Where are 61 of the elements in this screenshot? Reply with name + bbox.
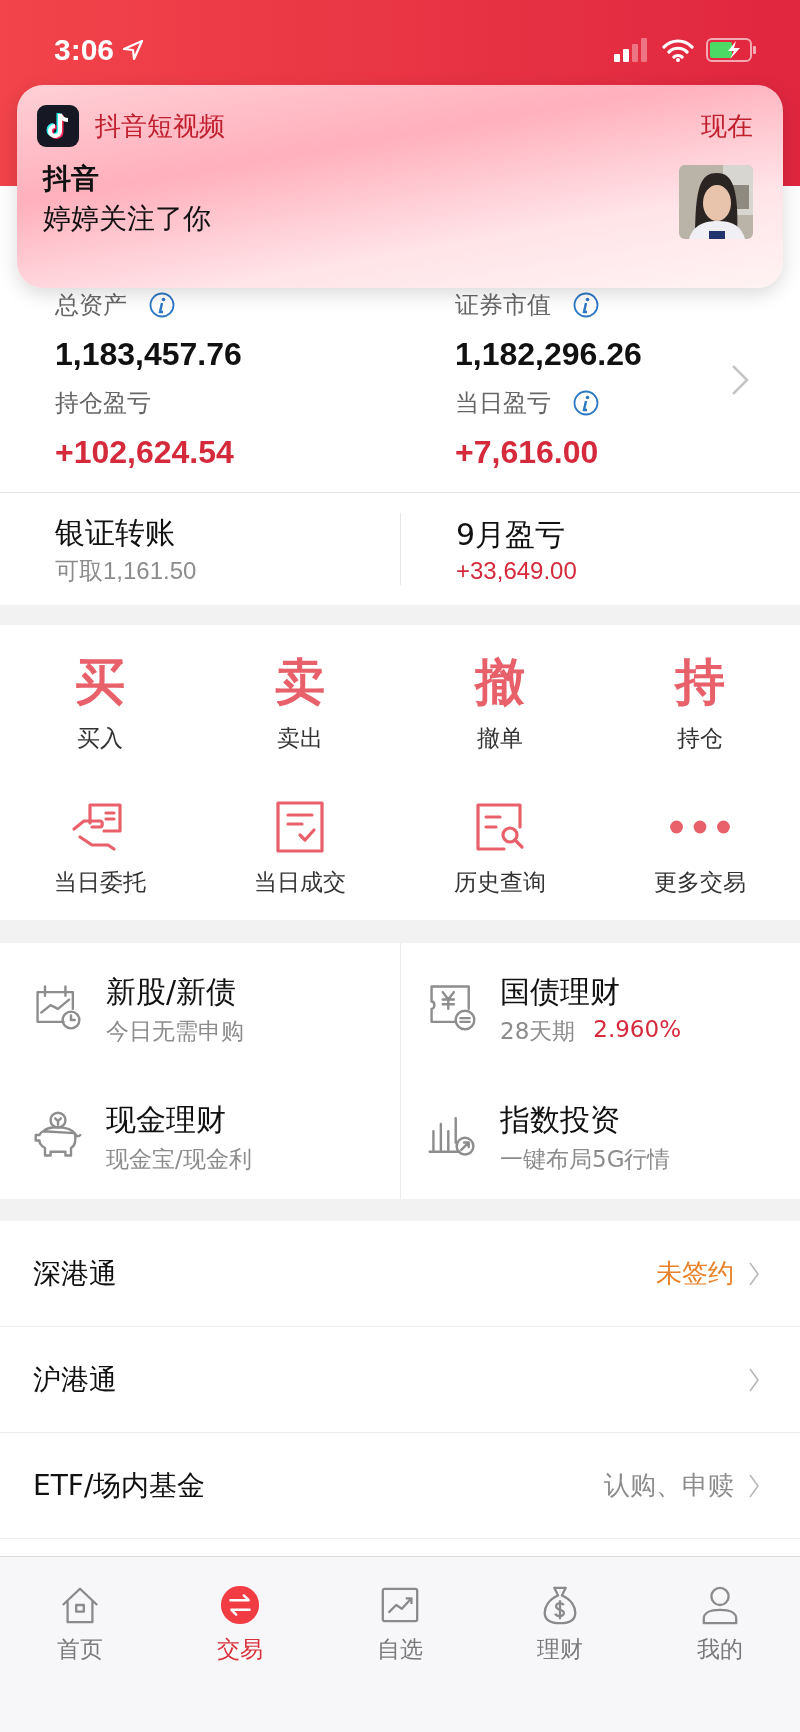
- product-title[interactable]: 指数投资: [500, 1095, 671, 1144]
- stat-label: 总资产: [55, 290, 127, 321]
- monthly-pnl-value: +33,649.00: [456, 557, 578, 585]
- notification-time: 现在: [701, 109, 753, 143]
- product-title[interactable]: 新股/新债: [106, 967, 244, 1016]
- trade-action-button[interactable]: 持 持仓: [600, 630, 800, 775]
- menu-row[interactable]: 深港通 未签约: [0, 1221, 800, 1327]
- yield-rate: 2.960%: [593, 1015, 681, 1044]
- menu-label: ETF/场内基金: [33, 1467, 206, 1504]
- chevron-right-icon: [748, 1260, 760, 1287]
- music-note-app-icon: [37, 105, 79, 147]
- transfer-link[interactable]: 银证转账: [55, 511, 400, 555]
- notification-title: 抖音: [43, 161, 100, 197]
- product-subtitle: 今日无需申购: [106, 1016, 244, 1046]
- stat-value: 1,182,296.26: [455, 335, 643, 374]
- menu-status: 认购、申赎: [604, 1469, 734, 1502]
- product-title[interactable]: 现金理财: [106, 1095, 252, 1144]
- trade-action-button[interactable]: 卖 卖出: [200, 630, 400, 775]
- menu-label: 沪港通: [33, 1361, 117, 1398]
- trade-action-button[interactable]: 撤 撤单: [400, 630, 600, 775]
- info-icon[interactable]: [573, 292, 599, 318]
- menu-row[interactable]: 沪港通: [0, 1327, 800, 1433]
- product-title[interactable]: 国债理财: [500, 967, 681, 1016]
- status-time: 3:06: [54, 33, 115, 67]
- stat-label: 证券市值: [455, 290, 551, 321]
- trade-action-button[interactable]: 历史查询: [400, 775, 600, 920]
- stat-value: +102,624.54: [55, 433, 235, 472]
- tab-bar-item[interactable]: 理财: [480, 1583, 640, 1666]
- trade-action-button[interactable]: 买 买入: [0, 630, 200, 775]
- info-icon[interactable]: [573, 390, 599, 416]
- notification-banner[interactable]: 抖音短视频 现在 抖音 婷婷关注了你: [17, 85, 783, 288]
- chevron-right-icon: [748, 1472, 760, 1499]
- tab-bar-item[interactable]: 自选: [320, 1583, 480, 1666]
- battery-charging-icon: [706, 38, 758, 62]
- tab-bar-item[interactable]: 首页: [0, 1583, 160, 1666]
- trade-action-button[interactable]: 当日成交: [200, 775, 400, 920]
- info-icon[interactable]: [149, 292, 175, 318]
- notification-message: 婷婷关注了你: [43, 201, 212, 237]
- menu-status: 未签约: [656, 1257, 734, 1290]
- menu-row[interactable]: ETF/场内基金 认购、申赎: [0, 1433, 800, 1539]
- monthly-pnl-title[interactable]: 9月盈亏: [456, 513, 800, 557]
- menu-label: 深港通: [33, 1255, 117, 1292]
- stat-label: 持仓盈亏: [55, 388, 151, 419]
- notification-app-name: 抖音短视频: [95, 109, 225, 143]
- stat-label: 当日盈亏: [455, 388, 551, 419]
- trade-action-button[interactable]: 更多交易: [600, 775, 800, 920]
- location-arrow-icon: [122, 39, 145, 61]
- product-subtitle: 现金宝/现金利: [106, 1144, 252, 1174]
- chevron-right-icon: [748, 1366, 760, 1393]
- signal-icon: [614, 38, 650, 62]
- stat-value: +7,616.00: [455, 433, 600, 472]
- trade-action-button[interactable]: 当日委托: [0, 775, 200, 920]
- product-subtitle: 28天期: [500, 1016, 576, 1046]
- tab-bar-item[interactable]: 交易: [160, 1583, 320, 1666]
- product-subtitle: 一键布局5G行情: [500, 1144, 671, 1174]
- wifi-icon: [662, 38, 694, 62]
- available-amount: 可取1,161.50: [55, 556, 198, 586]
- swap-icon: [219, 1584, 261, 1626]
- tab-bar-item[interactable]: 我的: [640, 1583, 800, 1666]
- stat-value: 1,183,457.76: [55, 335, 243, 374]
- more-icon: [668, 818, 732, 836]
